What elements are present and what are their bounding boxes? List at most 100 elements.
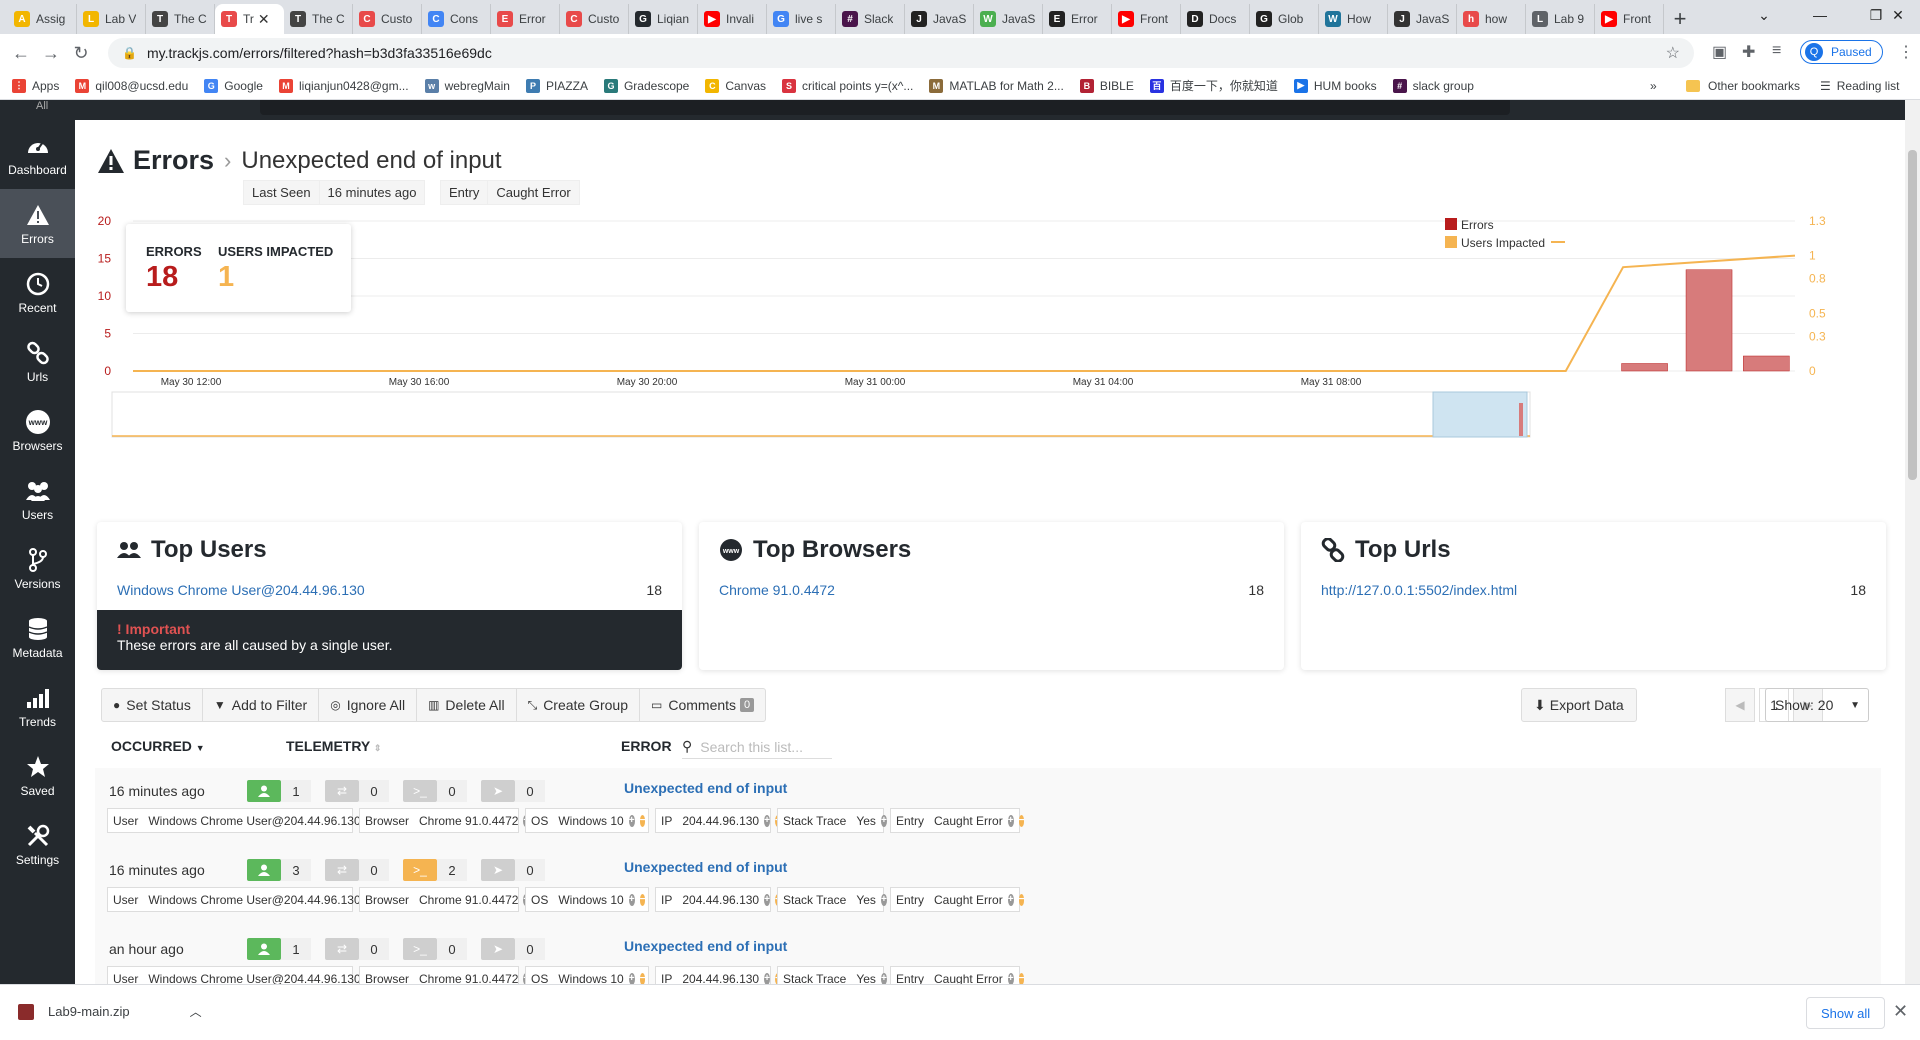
bookmark-item[interactable]: G Gradescope <box>603 78 689 93</box>
browser-tab[interactable]: C Custo <box>353 4 422 34</box>
bookmark-item[interactable]: C Canvas <box>705 78 766 93</box>
top-browser-link[interactable]: Chrome 91.0.4472 <box>719 582 835 598</box>
telemetry-column-header[interactable]: TELEMETRY ⇕ <box>286 738 381 754</box>
metadata-tag[interactable]: BrowserChrome 91.0.4472+− <box>359 966 541 984</box>
bookmark-star-icon[interactable]: ☆ <box>1666 43 1680 63</box>
metadata-tag[interactable]: Entry Caught Error + − <box>890 966 1025 984</box>
browser-tab[interactable]: Glive s <box>767 4 836 34</box>
metadata-tag[interactable]: IP204.44.96.130+− <box>655 808 781 833</box>
metadata-tag[interactable]: UserWindows Chrome User@204.44.96.130+− <box>107 887 383 912</box>
browser-tab[interactable]: G Liqian <box>629 4 698 34</box>
add-filter-icon[interactable]: + <box>1007 893 1014 906</box>
add-filter-icon[interactable]: + <box>764 972 770 984</box>
top-url-link[interactable]: http://127.0.0.1:5502/index.html <box>1321 582 1517 598</box>
add-to-filter-button[interactable]: ▼ Add to Filter <box>203 689 320 721</box>
sidebar-item-dashboard[interactable]: Dashboard <box>0 120 75 189</box>
add-filter-icon[interactable]: + <box>764 814 770 827</box>
extension-icon[interactable]: ▣ <box>1712 42 1727 62</box>
show-all-downloads-button[interactable]: Show all <box>1806 997 1886 1029</box>
new-tab-button[interactable]: + <box>1664 4 1696 34</box>
add-filter-icon[interactable]: + <box>1007 814 1014 827</box>
exclude-filter-icon[interactable]: − <box>639 814 646 827</box>
profile-button[interactable]: Q Paused <box>1800 40 1883 64</box>
exclude-filter-icon[interactable]: − <box>639 893 646 906</box>
error-message-link[interactable]: Unexpected end of input <box>624 780 787 796</box>
errors-chart[interactable]: 0 5 10 15 20 0 0.3 0.5 0.8 1 1.3 May 30 12:00 May 30… <box>93 208 1883 498</box>
browser-tab[interactable]: E Error <box>491 4 560 34</box>
sidebar-item-urls[interactable]: Urls <box>0 327 75 396</box>
page-size-select[interactable]: Show: 20 ▼ <box>1765 688 1869 722</box>
bookmark-item[interactable]: ⋮ Apps <box>12 78 59 93</box>
bookmark-item[interactable]: Mqil008@ucsd.edu <box>75 78 188 93</box>
forward-icon[interactable]: → <box>36 43 66 64</box>
delete-all-button[interactable]: ▥ Delete All <box>417 689 517 721</box>
exclude-filter-icon[interactable]: − <box>1018 814 1025 827</box>
metadata-tag[interactable]: Stack Trace Yes + <box>777 808 887 833</box>
close-downloads-icon[interactable]: ✕ <box>1893 1001 1908 1022</box>
download-item[interactable]: Lab9-main.zip ︿ <box>18 1003 202 1020</box>
browser-tab[interactable]: T Tr ✕ <box>215 4 284 34</box>
puzzle-icon[interactable]: ✚ <box>1742 42 1755 62</box>
browser-tab[interactable]: L Lab 9 <box>1526 4 1595 34</box>
scrollbar-thumb[interactable] <box>1908 150 1917 480</box>
browser-tab[interactable]: C Cons <box>422 4 491 34</box>
add-filter-icon[interactable]: + <box>880 893 887 906</box>
minimize-button[interactable]: — <box>1792 0 1848 30</box>
create-group-button[interactable]: ⤡ Create Group <box>517 689 641 721</box>
add-filter-icon[interactable]: + <box>764 893 770 906</box>
bookmark-item[interactable]: B BIBLE <box>1079 78 1134 93</box>
page-scrollbar[interactable] <box>1905 100 1920 984</box>
metadata-tag[interactable]: OS Windows 10 + − <box>525 808 649 833</box>
exclude-filter-icon[interactable]: − <box>1018 893 1025 906</box>
set-status-button[interactable]: ● Set Status <box>102 689 203 721</box>
browser-tab[interactable]: E Error <box>1043 4 1112 34</box>
sidebar-item-users[interactable]: Users <box>0 465 75 534</box>
sidebar-item-settings[interactable]: Settings <box>0 810 75 879</box>
exclude-filter-icon[interactable]: − <box>1018 972 1025 984</box>
reload-icon[interactable]: ↻ <box>66 43 96 64</box>
sidebar-item-saved[interactable]: Saved <box>0 741 75 810</box>
browser-tab[interactable]: G Glob <box>1250 4 1319 34</box>
bookmark-item[interactable]: # slack group <box>1392 78 1474 93</box>
add-filter-icon[interactable]: + <box>628 972 635 984</box>
browser-tab[interactable]: # Slack <box>836 4 905 34</box>
browser-tab[interactable]: T The C <box>146 4 215 34</box>
page-title[interactable]: Errors <box>133 145 214 176</box>
bookmark-item[interactable]: w webregMain <box>424 78 510 93</box>
metadata-tag[interactable]: UserWindows Chrome User@204.44.96.130+− <box>107 808 383 833</box>
sidebar-item-recent[interactable]: Recent <box>0 258 75 327</box>
metadata-tag[interactable]: OS Windows 10 + − <box>525 966 649 984</box>
sidebar-item-errors[interactable]: Errors <box>0 189 75 258</box>
browser-tab[interactable]: J JavaS <box>905 4 974 34</box>
sidebar-item-metadata[interactable]: Metadata <box>0 603 75 672</box>
browser-tab[interactable]: ▶ Front <box>1112 4 1181 34</box>
error-message-link[interactable]: Unexpected end of input <box>624 938 787 954</box>
comments-button[interactable]: ▭ Comments 0 <box>640 689 765 721</box>
error-row[interactable]: an hour ago 1 ⇄ 0 >_ 0 ➤ 0 Unexpected end of inp… <box>95 926 1881 984</box>
browser-tab[interactable]: L Lab V <box>77 4 146 34</box>
metadata-tag[interactable]: Stack Trace Yes + <box>777 966 887 984</box>
prev-page-button[interactable]: ◀ <box>1725 688 1755 722</box>
metadata-tag[interactable]: Entry Caught Error + − <box>890 808 1025 833</box>
metadata-tag[interactable]: BrowserChrome 91.0.4472+− <box>359 808 541 833</box>
bookmark-item[interactable]: 百百度一下，你就知道 <box>1149 77 1278 94</box>
close-tab-icon[interactable]: ✕ <box>258 11 270 28</box>
url-field[interactable]: 🔒 my.trackjs.com/errors/filtered?hash=b3… <box>108 38 1694 68</box>
metadata-tag[interactable]: UserWindows Chrome User@204.44.96.130+− <box>107 966 383 984</box>
sidebar-item-trends[interactable]: Trends <box>0 672 75 741</box>
tab-search-icon[interactable]: ⌄ <box>1736 0 1792 30</box>
bookmark-item[interactable]: Mliqianjun0428@gm... <box>278 78 409 93</box>
menu-icon[interactable]: ⋮ <box>1898 42 1914 62</box>
bookmark-item[interactable]: M MATLAB for Math 2... <box>929 78 1064 93</box>
add-filter-icon[interactable]: + <box>628 814 635 827</box>
bookmark-item[interactable]: ▶ HUM books <box>1293 78 1377 93</box>
browser-tab[interactable]: ▶ Front <box>1595 4 1664 34</box>
browser-tab[interactable]: ▶ Invali <box>698 4 767 34</box>
metadata-tag[interactable]: Entry Caught Error + − <box>890 887 1025 912</box>
add-filter-icon[interactable]: + <box>628 893 635 906</box>
add-filter-icon[interactable]: + <box>1007 972 1014 984</box>
global-search[interactable] <box>260 100 1510 115</box>
back-icon[interactable]: ← <box>6 43 36 64</box>
add-filter-icon[interactable]: + <box>880 814 887 827</box>
occurred-column-header[interactable]: OCCURRED ▼ <box>111 738 205 754</box>
